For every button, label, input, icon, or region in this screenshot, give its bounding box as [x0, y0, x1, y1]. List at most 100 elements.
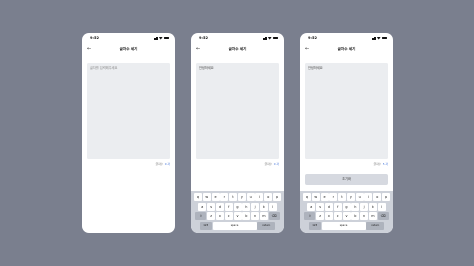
- key-e[interactable]: e: [211, 193, 220, 201]
- text-input-area[interactable]: 안녕하세요: [305, 63, 388, 159]
- key-w[interactable]: w: [311, 193, 320, 201]
- key-d[interactable]: d: [215, 202, 224, 211]
- text-input-area[interactable]: 글자를 입력해주세요: [87, 63, 170, 159]
- key-x[interactable]: x: [215, 212, 224, 221]
- wifi-icon: [267, 36, 272, 40]
- key-k[interactable]: k: [368, 202, 377, 211]
- key-i[interactable]: i: [255, 193, 264, 201]
- key-h[interactable]: h: [351, 202, 360, 211]
- keyboard-row-4: 123 space return: [302, 221, 392, 230]
- key-q[interactable]: q: [193, 193, 202, 201]
- key-f[interactable]: f: [333, 202, 342, 211]
- key-c[interactable]: c: [224, 212, 233, 221]
- keyboard-row-4: 123 space return: [193, 221, 283, 230]
- key-o[interactable]: o: [373, 193, 382, 201]
- char-counter-label: 글자수: [373, 162, 382, 166]
- keyboard-row-1: q w e r t y u i o p: [193, 193, 283, 201]
- keyboard-row-2: a s d f g h j k l: [193, 202, 283, 211]
- key-w[interactable]: w: [202, 193, 211, 201]
- key-p[interactable]: p: [273, 193, 282, 201]
- key-t[interactable]: t: [229, 193, 238, 201]
- char-counter: 글자수 5 자: [374, 163, 388, 166]
- key-n[interactable]: n: [251, 212, 260, 221]
- wifi-icon: [158, 36, 163, 40]
- key-f[interactable]: f: [224, 202, 233, 211]
- key-h[interactable]: h: [242, 202, 251, 211]
- key-j[interactable]: j: [251, 202, 260, 211]
- return-key[interactable]: return: [257, 221, 276, 230]
- numbers-key[interactable]: 123: [308, 221, 321, 230]
- status-icons: [153, 36, 169, 40]
- key-o[interactable]: o: [264, 193, 273, 201]
- key-l[interactable]: l: [377, 202, 386, 211]
- key-y[interactable]: y: [237, 193, 246, 201]
- status-time: 9:52: [308, 36, 317, 40]
- key-d[interactable]: d: [324, 202, 333, 211]
- keyboard-row-1: q w e r t y u i o p: [302, 193, 392, 201]
- reset-button[interactable]: 초기화: [305, 174, 388, 185]
- key-y[interactable]: y: [346, 193, 355, 201]
- nav-header: ← 글자수 세기: [300, 45, 393, 55]
- nav-header: ← 글자수 세기: [82, 45, 175, 55]
- key-l[interactable]: l: [268, 202, 277, 211]
- key-q[interactable]: q: [302, 193, 311, 201]
- status-bar: 9:52: [191, 33, 284, 44]
- key-z[interactable]: z: [316, 212, 325, 221]
- key-u[interactable]: u: [246, 193, 255, 201]
- key-n[interactable]: n: [360, 212, 369, 221]
- key-j[interactable]: j: [360, 202, 369, 211]
- key-a[interactable]: a: [198, 202, 207, 211]
- key-r[interactable]: r: [220, 193, 229, 201]
- phone-screen-2: 9:52 ← 글자수 세기 안녕하세요 글자수 0 자 q w e r t y …: [191, 33, 284, 233]
- battery-icon: [272, 36, 278, 40]
- key-e[interactable]: e: [320, 193, 329, 201]
- key-t[interactable]: t: [338, 193, 347, 201]
- key-z[interactable]: z: [207, 212, 216, 221]
- keyboard: q w e r t y u i o p a s d f g h j k l ⇧ …: [191, 191, 284, 233]
- key-g[interactable]: g: [233, 202, 242, 211]
- key-k[interactable]: k: [259, 202, 268, 211]
- delete-icon[interactable]: ⌫: [377, 212, 389, 221]
- char-counter-value: 0 자: [273, 162, 279, 166]
- wifi-icon: [376, 36, 381, 40]
- key-v[interactable]: v: [342, 212, 351, 221]
- key-x[interactable]: x: [324, 212, 333, 221]
- page-title: 글자수 세기: [119, 47, 138, 51]
- status-bar: 9:52: [82, 33, 175, 44]
- page-title: 글자수 세기: [228, 47, 247, 51]
- page-title: 글자수 세기: [337, 47, 356, 51]
- char-counter-label: 글자수: [155, 162, 164, 166]
- key-u[interactable]: u: [355, 193, 364, 201]
- delete-icon[interactable]: ⌫: [268, 212, 280, 221]
- key-s[interactable]: s: [207, 202, 216, 211]
- key-a[interactable]: a: [307, 202, 316, 211]
- keyboard-row-2: a s d f g h j k l: [302, 202, 392, 211]
- status-time: 9:52: [90, 36, 99, 40]
- status-icons: [262, 36, 278, 40]
- text-input-area[interactable]: 안녕하세요: [196, 63, 279, 159]
- key-r[interactable]: r: [329, 193, 338, 201]
- key-g[interactable]: g: [342, 202, 351, 211]
- key-c[interactable]: c: [333, 212, 342, 221]
- key-m[interactable]: m: [368, 212, 377, 221]
- shift-icon[interactable]: ⇧: [304, 212, 316, 221]
- text-input-value: 안녕하세요: [308, 66, 323, 70]
- space-key[interactable]: space: [212, 221, 257, 230]
- space-key[interactable]: space: [321, 221, 366, 230]
- signal-icon: [262, 36, 267, 40]
- key-m[interactable]: m: [259, 212, 268, 221]
- signal-icon: [153, 36, 158, 40]
- numbers-key[interactable]: 123: [199, 221, 212, 230]
- shift-icon[interactable]: ⇧: [195, 212, 207, 221]
- key-i[interactable]: i: [364, 193, 373, 201]
- keyboard: q w e r t y u i o p a s d f g h j k l ⇧ …: [300, 191, 393, 233]
- key-b[interactable]: b: [351, 212, 360, 221]
- status-icons: [371, 36, 387, 40]
- battery-icon: [163, 36, 169, 40]
- phone-screen-3: 9:52 ← 글자수 세기 안녕하세요 글자수 5 자 초기화 q w e r …: [300, 33, 393, 233]
- key-s[interactable]: s: [316, 202, 325, 211]
- key-v[interactable]: v: [233, 212, 242, 221]
- key-p[interactable]: p: [382, 193, 391, 201]
- return-key[interactable]: return: [366, 221, 385, 230]
- key-b[interactable]: b: [242, 212, 251, 221]
